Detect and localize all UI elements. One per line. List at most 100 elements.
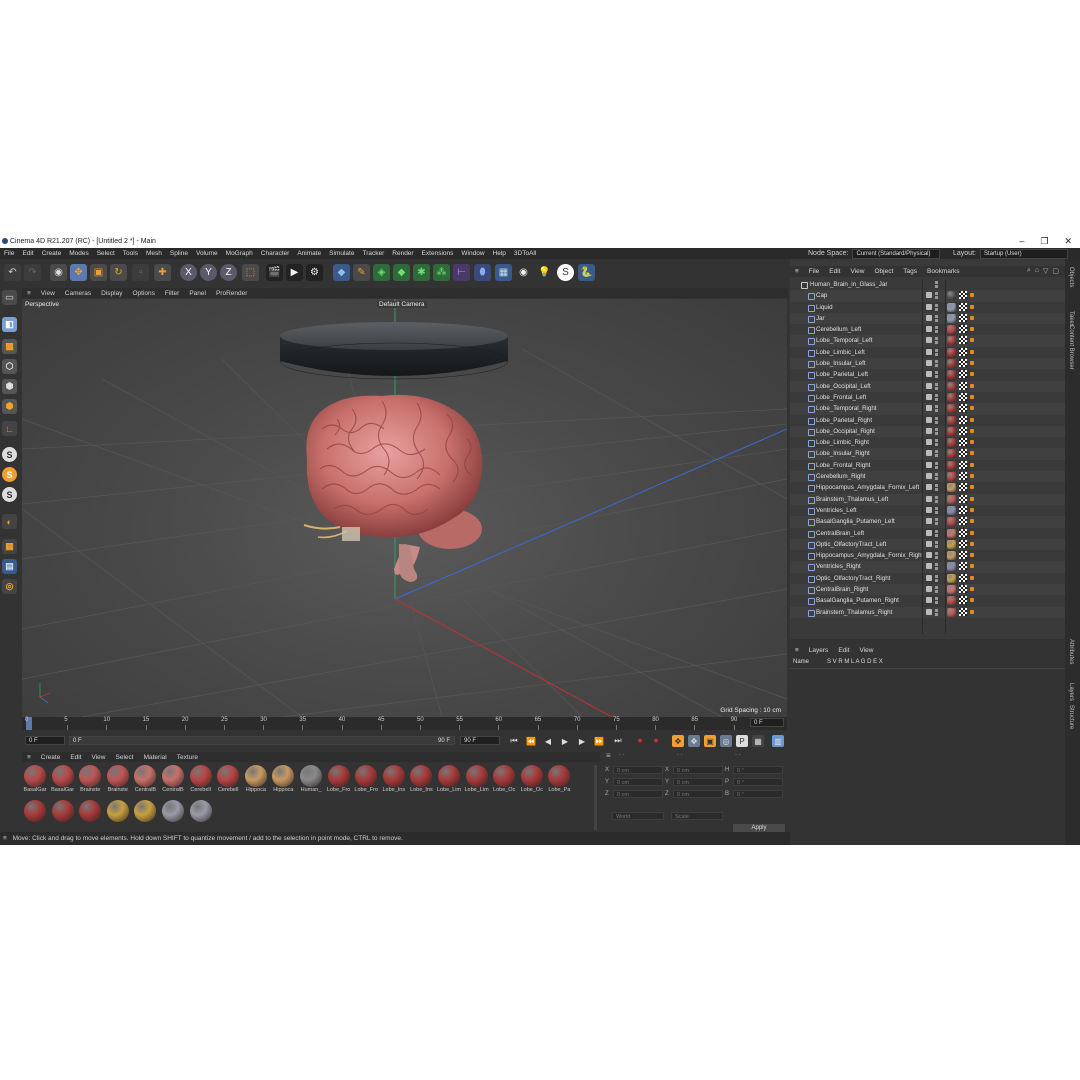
texture-tag-icon[interactable] bbox=[959, 449, 967, 458]
layer-checkbox-icon[interactable] bbox=[926, 540, 932, 547]
material-scrollbar[interactable] bbox=[594, 765, 597, 830]
object-row[interactable]: Lobe_Occipital_Right bbox=[790, 425, 1065, 438]
texture-tag-icon[interactable] bbox=[959, 460, 967, 469]
python-icon[interactable]: 🐍 bbox=[578, 264, 595, 281]
z-axis-icon[interactable]: Z bbox=[220, 264, 237, 281]
object-row[interactable]: Hippocampus_Amygdala_Fornix_Left bbox=[790, 482, 1065, 493]
menu-animate[interactable]: Animate bbox=[293, 250, 325, 257]
render-settings-icon[interactable]: ⚙ bbox=[306, 264, 323, 281]
coord-value-field[interactable]: 0 cm bbox=[673, 766, 723, 774]
menu-create[interactable]: Create bbox=[38, 250, 66, 257]
object-row[interactable]: Hippocampus_Amygdala_Fornix_Right bbox=[790, 550, 1065, 561]
max-time-field[interactable]: 90 F bbox=[460, 736, 500, 745]
object-row[interactable]: Cerebellum_Left bbox=[790, 324, 1065, 335]
key-grid-icon[interactable]: ▦ bbox=[752, 735, 764, 747]
texture-tag-icon[interactable] bbox=[959, 494, 967, 503]
menu-render[interactable]: Render bbox=[388, 250, 417, 257]
menu-character[interactable]: Character bbox=[257, 250, 294, 257]
material-tag-icon[interactable] bbox=[947, 336, 956, 346]
menu-volume[interactable]: Volume bbox=[192, 250, 222, 257]
texture-tag-icon[interactable] bbox=[959, 404, 967, 413]
side-tab-structure[interactable]: Structure bbox=[1068, 705, 1074, 729]
material-tag-icon[interactable] bbox=[947, 449, 956, 459]
phong-tag-icon[interactable] bbox=[970, 496, 974, 501]
material-tag-icon[interactable] bbox=[947, 483, 956, 493]
redo-icon[interactable]: ↷ bbox=[24, 264, 41, 281]
subdivision-icon[interactable]: ◈ bbox=[373, 264, 390, 281]
visibility-dots-icon[interactable] bbox=[935, 326, 938, 334]
visibility-dots-icon[interactable] bbox=[935, 348, 938, 356]
make-editable-icon[interactable]: ▭ bbox=[2, 290, 17, 305]
move-tool-icon[interactable]: ✥ bbox=[70, 264, 87, 281]
material-swatch[interactable] bbox=[22, 800, 48, 832]
next-key-icon[interactable]: ⏩ bbox=[593, 735, 605, 747]
object-row[interactable]: Human_Brain_in_Glass_Jar bbox=[790, 279, 1065, 290]
object-row[interactable]: CentralBrain_Left bbox=[790, 528, 1065, 539]
object-row[interactable]: Lobe_Frontal_Right bbox=[790, 460, 1065, 471]
cloner-icon[interactable]: ✱ bbox=[413, 264, 430, 281]
layer-checkbox-icon[interactable] bbox=[926, 518, 932, 525]
phong-tag-icon[interactable] bbox=[970, 451, 974, 456]
phong-tag-icon[interactable] bbox=[970, 383, 974, 388]
texture-tag-icon[interactable] bbox=[959, 517, 967, 526]
layer-checkbox-icon[interactable] bbox=[926, 586, 932, 593]
viewport-perspective[interactable]: Perspective Default Camera Grid Spacing … bbox=[22, 299, 787, 717]
viewport-menu-view[interactable]: View bbox=[36, 290, 60, 297]
texture-tag-icon[interactable] bbox=[959, 381, 967, 390]
visibility-dots-icon[interactable] bbox=[935, 529, 938, 537]
material-swatch[interactable] bbox=[77, 800, 103, 832]
visibility-dots-icon[interactable] bbox=[935, 303, 938, 311]
material-swatch[interactable]: BasalGar bbox=[50, 765, 76, 797]
soft-selection-icon[interactable]: ◐ bbox=[2, 514, 17, 529]
material-menu-create[interactable]: Create bbox=[36, 754, 66, 761]
extrude-icon[interactable]: ◆ bbox=[393, 264, 410, 281]
texture-tag-icon[interactable] bbox=[959, 370, 967, 379]
prev-frame-icon[interactable]: ◀ bbox=[542, 735, 554, 747]
material-swatch[interactable]: Brainste bbox=[77, 765, 103, 797]
texture-tag-icon[interactable] bbox=[959, 551, 967, 560]
visibility-dots-icon[interactable] bbox=[935, 382, 938, 390]
model-mode-icon[interactable]: ◧ bbox=[2, 317, 17, 332]
material-menu-view[interactable]: View bbox=[87, 754, 111, 761]
material-tag-icon[interactable] bbox=[947, 426, 956, 436]
object-row[interactable]: BasalGanglia_Putamen_Right bbox=[790, 595, 1065, 606]
layer-checkbox-icon[interactable] bbox=[926, 552, 932, 559]
phong-tag-icon[interactable] bbox=[970, 530, 974, 535]
material-tag-icon[interactable] bbox=[947, 370, 956, 380]
object-row[interactable]: Ventricles_Left bbox=[790, 505, 1065, 516]
object-menu-object[interactable]: Object bbox=[869, 268, 898, 275]
material-menu-texture[interactable]: Texture bbox=[172, 754, 203, 761]
phong-tag-icon[interactable] bbox=[970, 428, 974, 433]
material-swatch[interactable]: Lobe_Ins bbox=[408, 765, 434, 797]
search-icon[interactable]: ⌕ bbox=[1027, 267, 1031, 275]
y-axis-icon[interactable]: Y bbox=[200, 264, 217, 281]
edges-mode-icon[interactable]: ⬢ bbox=[2, 379, 17, 394]
light-icon[interactable]: 💡 bbox=[536, 264, 553, 281]
menu-help[interactable]: Help bbox=[489, 250, 510, 257]
coord-value-field[interactable]: 0 ° bbox=[733, 790, 783, 798]
material-tag-icon[interactable] bbox=[947, 392, 956, 402]
plugin-s-icon[interactable]: S bbox=[557, 264, 574, 281]
menu-3dtoall[interactable]: 3DToAll bbox=[510, 250, 540, 257]
material-tag-icon[interactable] bbox=[947, 528, 956, 538]
layer-checkbox-icon[interactable] bbox=[926, 450, 932, 457]
visibility-dots-icon[interactable] bbox=[935, 552, 938, 560]
preview-range-slider[interactable]: 0 F 90 F bbox=[69, 736, 455, 745]
visibility-dots-icon[interactable] bbox=[935, 439, 938, 447]
phong-tag-icon[interactable] bbox=[970, 361, 974, 366]
object-row[interactable]: Lobe_Parietal_Right bbox=[790, 415, 1065, 426]
material-swatch[interactable]: Hippoca bbox=[243, 765, 269, 797]
key-pos-icon[interactable]: ✥ bbox=[672, 735, 684, 747]
phong-tag-icon[interactable] bbox=[970, 440, 974, 445]
menu-modes[interactable]: Modes bbox=[65, 250, 93, 257]
material-tag-icon[interactable] bbox=[947, 472, 956, 482]
layer-checkbox-icon[interactable] bbox=[926, 371, 932, 378]
object-row[interactable]: Lobe_Limbic_Right bbox=[790, 437, 1065, 448]
layer-checkbox-icon[interactable] bbox=[926, 495, 932, 502]
phong-tag-icon[interactable] bbox=[970, 406, 974, 411]
layer-checkbox-icon[interactable] bbox=[926, 337, 932, 344]
layer-checkbox-icon[interactable] bbox=[926, 405, 932, 412]
coord-value-field[interactable]: 0 ° bbox=[733, 766, 783, 774]
record-icon[interactable]: ⏺ bbox=[634, 735, 646, 747]
polygons-mode-icon[interactable]: ⬢ bbox=[2, 399, 17, 414]
